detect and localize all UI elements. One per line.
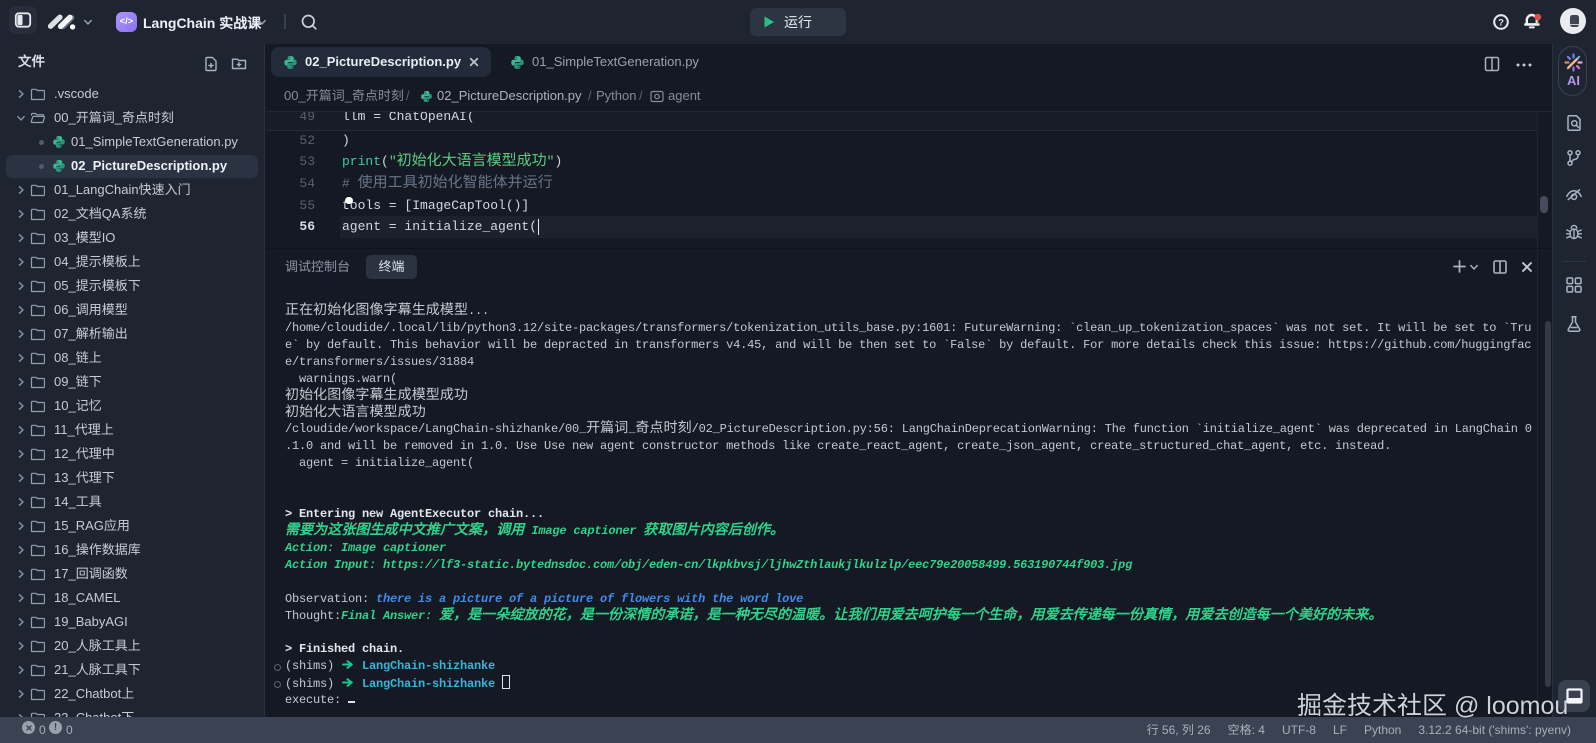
svg-text:?: ? (1498, 18, 1504, 29)
